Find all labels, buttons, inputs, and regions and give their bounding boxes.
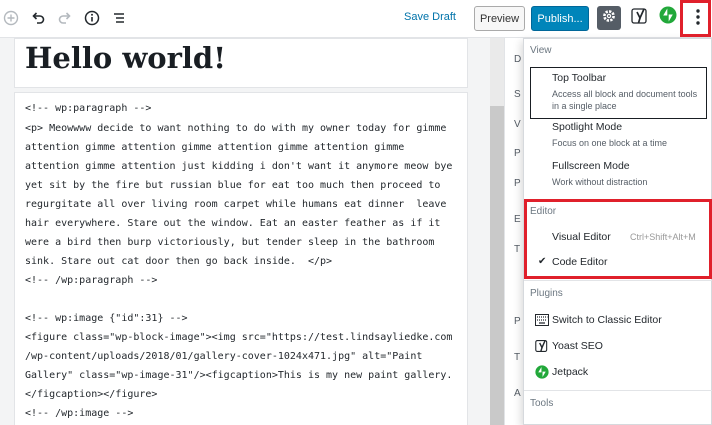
jetpack-icon (659, 6, 677, 29)
add-block-icon[interactable] (0, 7, 22, 29)
editor-page: Save Draft Preview Publish... Hello worl… (0, 0, 712, 425)
sidebar-label-fragment: E (514, 214, 521, 225)
fullscreen-mode-desc: Work without distraction (552, 177, 648, 187)
info-icon[interactable] (81, 7, 103, 29)
settings-button[interactable] (597, 6, 621, 30)
menu-divider (524, 390, 712, 391)
preview-button[interactable]: Preview (474, 6, 525, 31)
code-line: sink. Stare out cat door then go back in… (25, 256, 333, 267)
menu-divider (524, 199, 712, 200)
yoast-icon (631, 7, 649, 30)
spotlight-mode-desc: Focus on one block at a time (552, 138, 668, 148)
save-draft-link[interactable]: Save Draft (404, 11, 456, 23)
undo-icon[interactable] (27, 7, 49, 29)
visual-editor-shortcut: Ctrl+Shift+Alt+M (630, 232, 696, 242)
sidebar-label-fragment: S (514, 89, 521, 100)
code-line: attention gimme attention just kidding i… (25, 161, 453, 172)
code-line: </figcaption></figure> (25, 389, 158, 400)
sidebar-label-fragment: P (514, 148, 521, 159)
menu-item-top-toolbar[interactable]: Top Toolbar Access all block and documen… (530, 67, 707, 119)
post-title[interactable]: Hello world! (25, 41, 226, 75)
plugins-heading: Plugins (530, 288, 563, 299)
jetpack-icon (535, 365, 549, 379)
top-toolbar: Save Draft Preview Publish... (0, 0, 712, 38)
menu-item-jetpack[interactable]: Jetpack (552, 366, 588, 378)
publish-button[interactable]: Publish... (531, 6, 589, 31)
block-navigation-icon[interactable] (108, 7, 130, 29)
top-toolbar-desc: in a single place (552, 101, 617, 111)
scrollbar-thumb[interactable] (490, 106, 504, 425)
view-heading: View (530, 45, 552, 56)
code-line: attention gimme attention gimme attentio… (25, 142, 405, 153)
code-editor-textarea[interactable]: <!-- wp:paragraph --> <p> Meowwww decide… (14, 92, 468, 425)
menu-item-visual-editor[interactable]: Visual Editor (552, 231, 611, 243)
sidebar-label-fragment: T (514, 244, 521, 255)
editor-heading: Editor (530, 206, 557, 217)
code-line: were a bird then burp victoriously, but … (25, 237, 435, 248)
more-tools-button[interactable] (684, 3, 711, 36)
code-line: <!-- /wp:image --> (25, 408, 134, 419)
menu-item-code-editor[interactable]: Code Editor (552, 256, 607, 268)
menu-item-spotlight-mode[interactable]: Spotlight Mode (552, 121, 622, 133)
code-line: /wp-content/uploads/2018/01/gallery-cove… (25, 351, 423, 362)
menu-item-yoast-seo[interactable]: Yoast SEO (552, 340, 603, 352)
code-line: <!-- wp:paragraph --> (25, 103, 152, 114)
more-vertical-icon (695, 8, 701, 31)
menu-item-fullscreen-mode[interactable]: Fullscreen Mode (552, 160, 630, 172)
more-tools-menu: View Top Toolbar Access all block and do… (523, 38, 712, 425)
sidebar-label-fragment: P (514, 316, 521, 327)
gear-icon (601, 8, 617, 29)
keyboard-icon (535, 313, 549, 327)
code-line: <!-- wp:image {"id":31} --> (25, 313, 188, 324)
code-line: yet sit by the fire but russian blue for… (25, 180, 441, 191)
code-line: hair everywhere. Stare out the window. E… (25, 218, 441, 229)
post-title-block[interactable]: Hello world! (14, 38, 468, 88)
top-toolbar-desc: Access all block and document tools (552, 89, 698, 99)
sidebar-tab-fragment[interactable]: D (514, 54, 521, 65)
code-line: regurgitate all over living room carpet … (25, 199, 447, 210)
sidebar-label-fragment: P (514, 178, 521, 189)
sidebar-label-fragment: A (514, 388, 521, 399)
yoast-icon (535, 339, 549, 353)
top-toolbar-label: Top Toolbar (552, 72, 607, 84)
editor-canvas: Hello world! <!-- wp:paragraph --> <p> M… (0, 38, 490, 425)
redo-icon[interactable] (54, 7, 76, 29)
menu-divider (524, 280, 712, 281)
tools-heading: Tools (530, 398, 554, 409)
sidebar-label-fragment: V (514, 119, 521, 130)
check-icon: ✔ (538, 256, 547, 267)
jetpack-button[interactable] (659, 6, 677, 29)
code-line: <p> Meowwww decide to want nothing to do… (25, 123, 447, 134)
menu-item-classic-editor[interactable]: Switch to Classic Editor (552, 314, 662, 326)
code-line: <figure class="wp-block-image"><img src=… (25, 332, 453, 343)
code-line: Gallery" class="wp-image-31"/><figcaptio… (25, 370, 453, 381)
yoast-button[interactable] (629, 7, 651, 29)
sidebar-label-fragment: T (514, 352, 521, 363)
code-line: <!-- /wp:paragraph --> (25, 275, 158, 286)
